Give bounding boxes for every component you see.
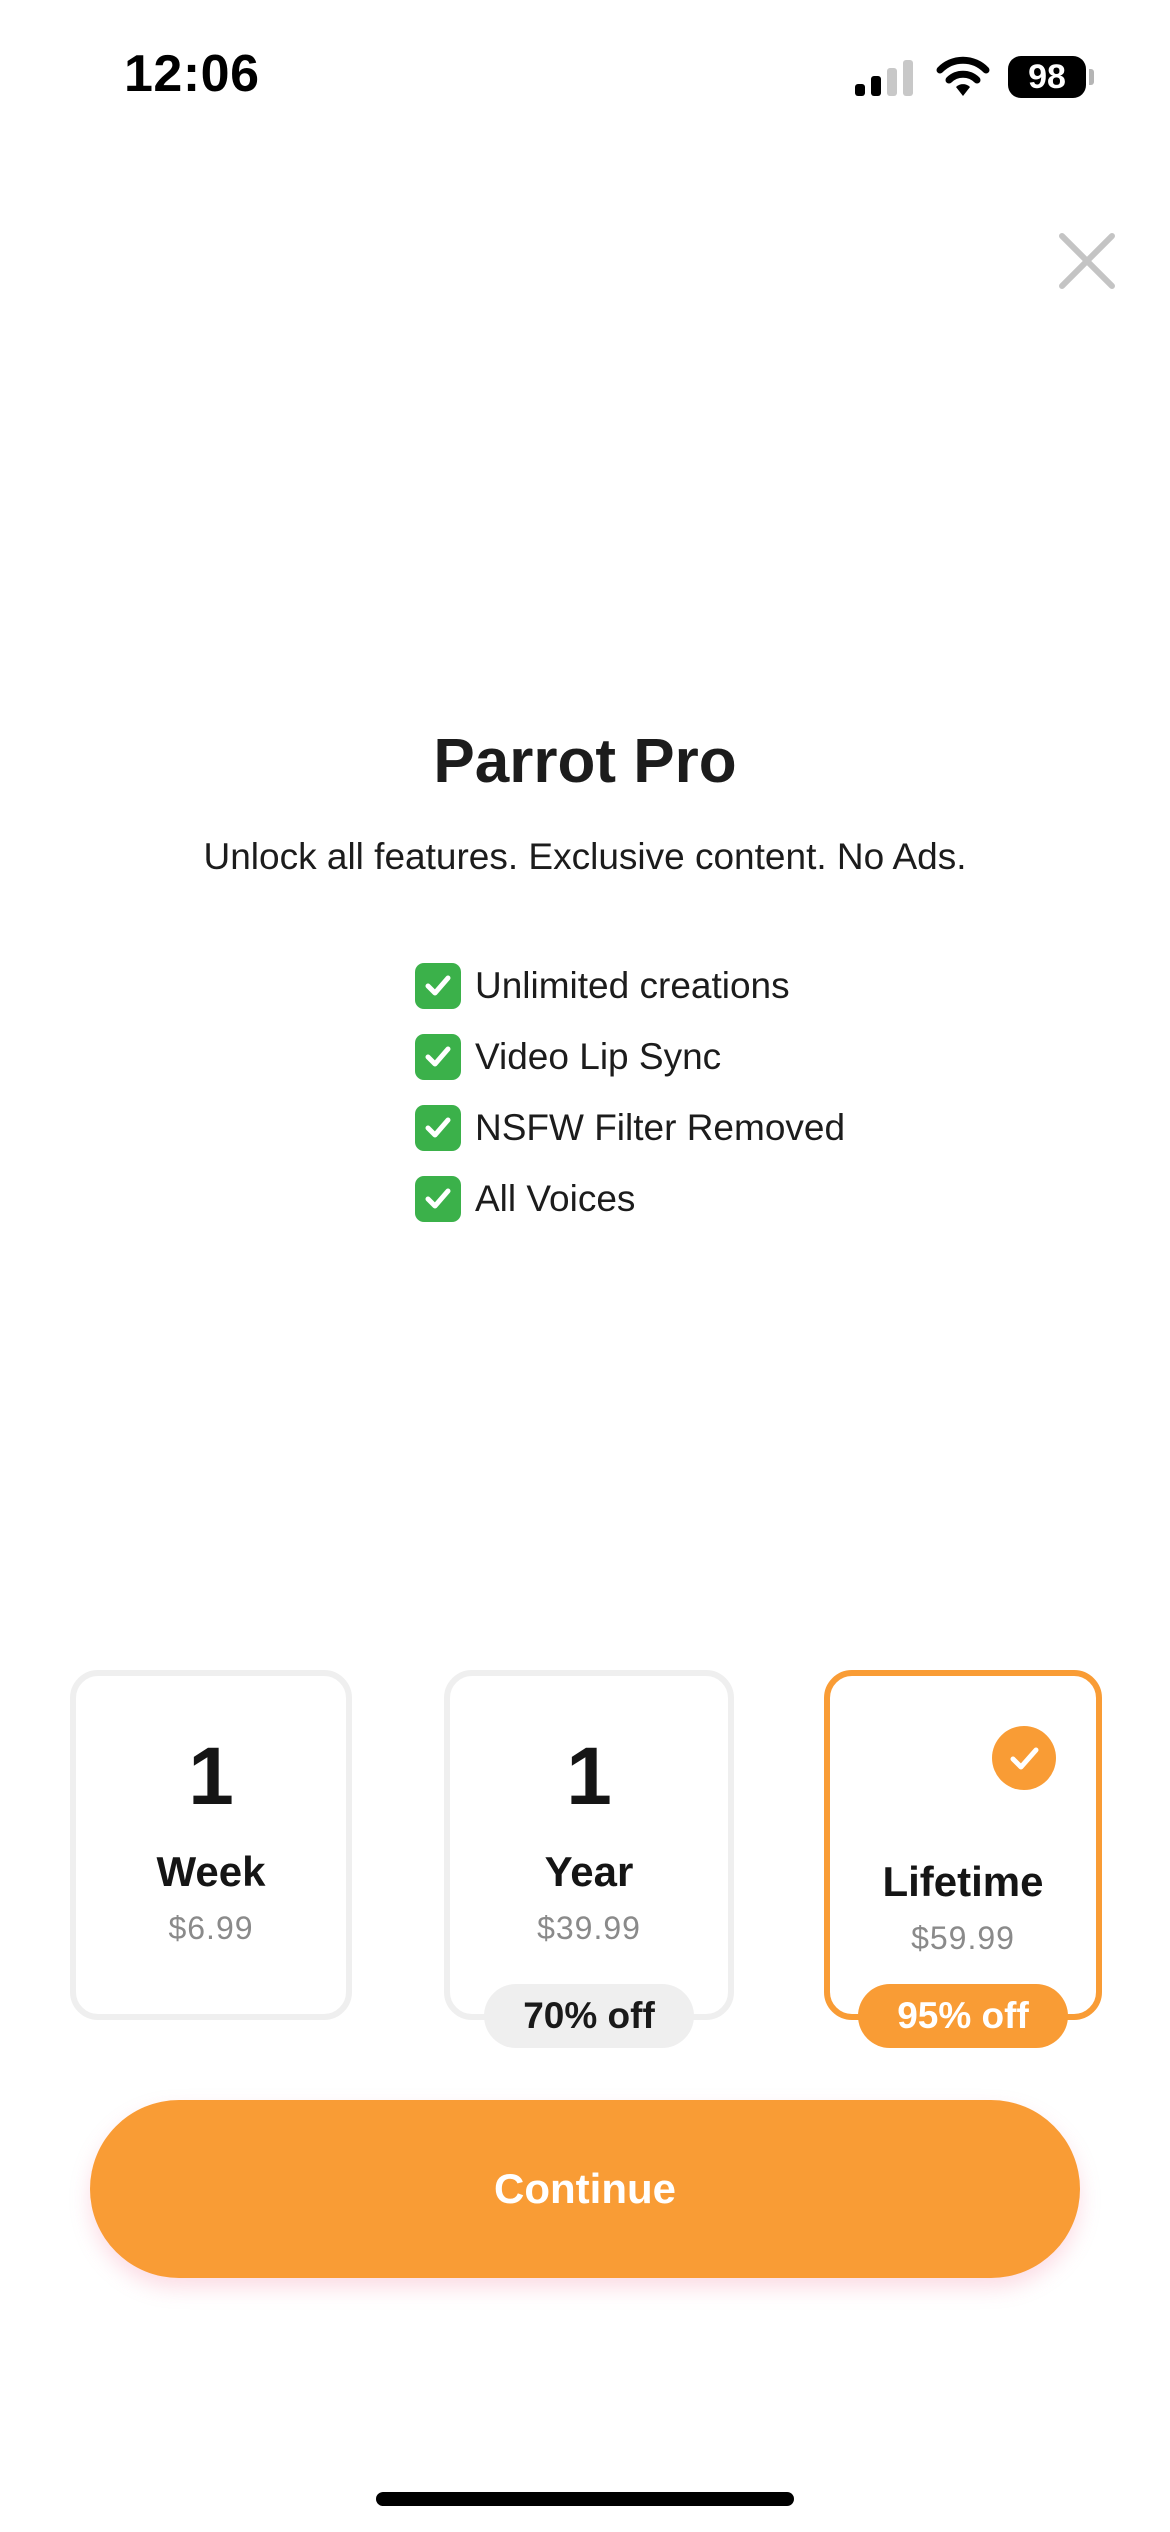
feature-label: NSFW Filter Removed (475, 1106, 846, 1148)
plan-price: $6.99 (168, 1910, 254, 1946)
discount-badge-year: 70% off (484, 1984, 694, 2048)
plan-price: $59.99 (911, 1920, 1015, 1956)
feature-item: All Voices (415, 1163, 845, 1234)
feature-item: NSFW Filter Removed (415, 1092, 845, 1163)
check-box-icon (415, 1033, 461, 1080)
feature-label: Unlimited creations (475, 964, 790, 1006)
plan-quantity: 1 (566, 1731, 612, 1822)
page-title: Parrot Pro (433, 727, 737, 796)
page-subtitle: Unlock all features. Exclusive content. … (203, 836, 967, 877)
feature-item: Video Lip Sync (415, 1021, 845, 1092)
close-icon[interactable] (1052, 226, 1122, 296)
wifi-icon (936, 56, 990, 96)
cellular-signal-icon (855, 60, 913, 96)
paywall-screen: 12:06 98 Parrot Pro Unlock all features.… (0, 0, 1170, 2532)
battery-cap (1089, 69, 1094, 85)
check-box-icon (415, 962, 461, 1009)
plan-unit: Year (544, 1848, 634, 1895)
feature-item: Unlimited creations (415, 950, 845, 1021)
feature-label: Video Lip Sync (475, 1035, 722, 1077)
home-indicator (376, 2492, 794, 2506)
plan-unit: Week (156, 1848, 266, 1895)
check-box-icon (415, 1104, 461, 1151)
check-box-icon (415, 1175, 461, 1222)
plan-quantity: 1 (188, 1731, 234, 1822)
plan-card-year[interactable]: 1 Year $39.99 (444, 1670, 734, 2020)
plan-unit: Lifetime (882, 1858, 1044, 1905)
plan-card-lifetime[interactable]: Lifetime $59.99 (824, 1670, 1102, 2020)
feature-label: All Voices (475, 1177, 636, 1219)
battery-level: 98 (1028, 57, 1066, 96)
battery-indicator: 98 (1008, 56, 1086, 98)
status-time: 12:06 (124, 45, 260, 103)
selected-check-icon (992, 1726, 1056, 1790)
plan-card-week[interactable]: 1 Week $6.99 (70, 1670, 352, 2020)
continue-button[interactable]: Continue (90, 2100, 1080, 2278)
discount-badge-lifetime: 95% off (858, 1984, 1068, 2048)
feature-list: Unlimited creations Video Lip Sync NSFW … (415, 950, 845, 1234)
plan-price: $39.99 (537, 1910, 641, 1946)
